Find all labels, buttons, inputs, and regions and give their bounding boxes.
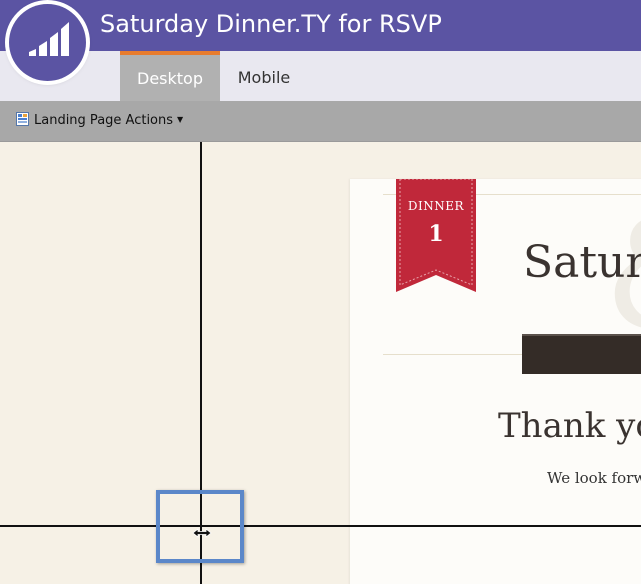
landing-page-preview: & DINNER 1 Satur Thank yo We look forw <box>350 179 641 584</box>
look-forward-text: We look forw <box>547 469 641 487</box>
page-title: Saturday Dinner.TY for RSVP <box>100 10 442 38</box>
thank-you-heading: Thank yo <box>498 406 641 446</box>
horizontal-guide-line[interactable] <box>0 525 641 527</box>
tab-desktop[interactable]: Desktop <box>120 51 220 101</box>
landing-page-actions-menu[interactable]: Landing Page Actions ▼ <box>16 112 183 130</box>
page-icon <box>16 112 29 130</box>
app-header: Saturday Dinner.TY for RSVP <box>0 0 641 51</box>
dinner-ribbon: DINNER 1 <box>396 179 476 294</box>
ribbon-label: DINNER <box>407 199 465 213</box>
tab-mobile[interactable]: Mobile <box>220 51 308 101</box>
toolbar: Landing Page Actions ▼ <box>0 101 641 142</box>
ribbon-number: 1 <box>428 221 444 247</box>
landing-page-actions-label: Landing Page Actions <box>34 113 174 128</box>
caret-down-icon: ▼ <box>177 115 184 124</box>
marketo-logo-icon[interactable] <box>9 4 86 81</box>
resize-horizontal-cursor-icon <box>192 523 212 538</box>
editor-canvas[interactable]: & DINNER 1 Satur Thank yo We look forw <box>0 142 641 584</box>
view-tabs: Desktop Mobile <box>0 51 641 101</box>
landing-page-heading: Satur <box>523 237 641 288</box>
banner-bar <box>522 334 641 374</box>
